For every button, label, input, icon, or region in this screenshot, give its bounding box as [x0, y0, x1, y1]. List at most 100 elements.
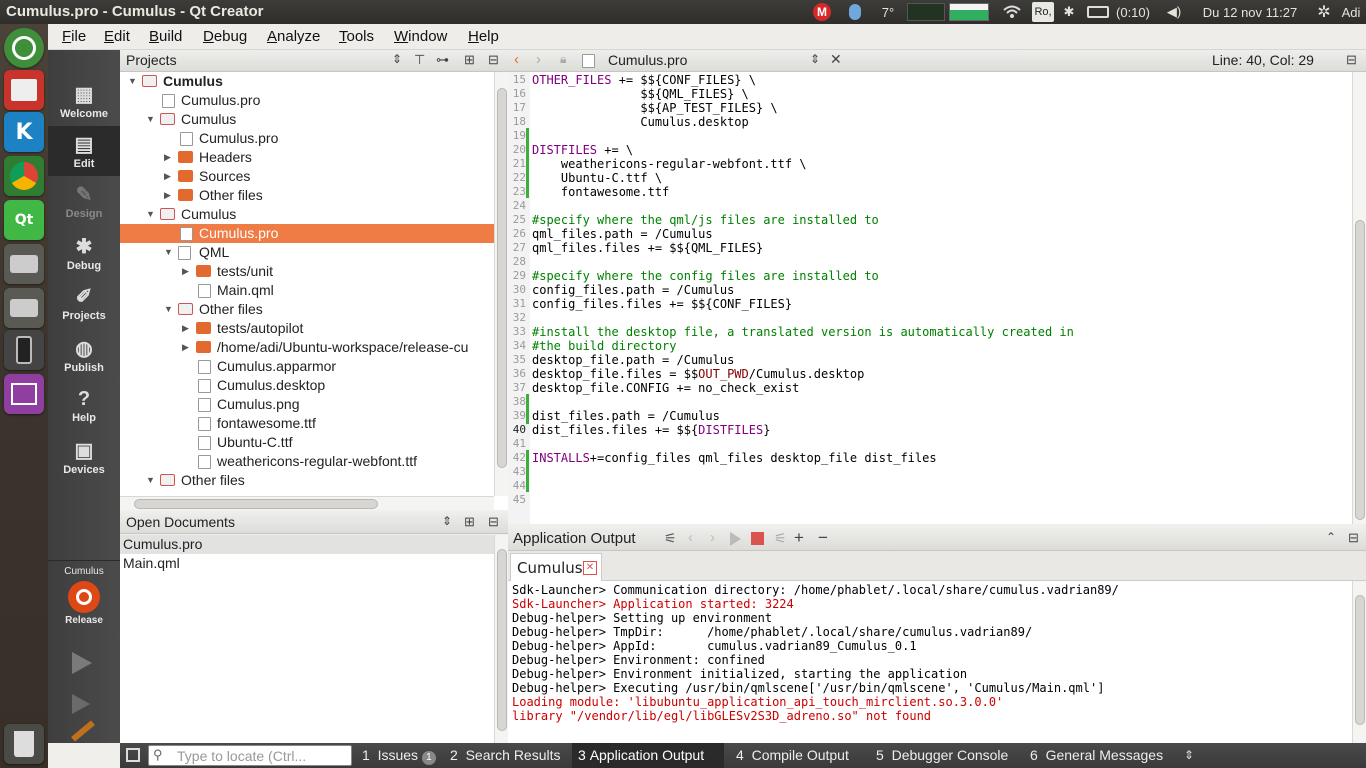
more-tabs-icon[interactable]: ⇕ [1184, 748, 1194, 762]
tree-item[interactable]: ▼ QML [120, 243, 494, 262]
attach-icon[interactable]: ⚟ [774, 530, 787, 547]
mode-projects[interactable]: ✐ Projects [48, 278, 120, 328]
kit-selector[interactable]: Cumulus Release [48, 564, 120, 634]
tree-item[interactable]: ▶ Sources [120, 167, 494, 186]
wifi-icon[interactable] [1001, 2, 1023, 22]
volume-icon[interactable]: ◀) [1164, 2, 1184, 22]
locator-input[interactable]: ⚲ Type to locate (Ctrl... [148, 745, 352, 766]
debug-run-icon[interactable] [72, 694, 90, 714]
run-icon[interactable] [72, 652, 92, 674]
open-document-item[interactable]: Cumulus.pro [120, 535, 494, 554]
lock-icon[interactable]: 🔒︎ [560, 52, 566, 67]
tree-item[interactable]: ▶ Headers [120, 148, 494, 167]
tab-application-output[interactable]: 3 Application Output [572, 743, 724, 768]
tab-issues[interactable]: 1 Issues 1 [362, 747, 436, 765]
open-documents-list[interactable]: Cumulus.pro Main.qml [120, 535, 508, 743]
prev-icon[interactable]: ‹ [688, 529, 693, 546]
mode-debug[interactable]: ✱ Debug [48, 228, 120, 278]
tree-item[interactable]: ▶ tests/unit [120, 262, 494, 281]
clear-output-icon[interactable]: ⚟ [664, 530, 677, 547]
mode-devices[interactable]: ▣ Devices [48, 432, 120, 482]
keyboard-layout-indicator[interactable]: Ro, [1032, 2, 1054, 22]
tree-item[interactable]: ▶ Other files [120, 186, 494, 205]
tree-vertical-scrollbar[interactable] [494, 72, 508, 496]
chrome-app-icon[interactable] [4, 156, 44, 196]
editor-scrollbar[interactable] [1352, 72, 1366, 524]
application-output-text[interactable]: Sdk-Launcher> Communication directory: /… [508, 581, 1366, 743]
split-icon[interactable]: ⊞ [464, 514, 475, 530]
mode-design[interactable]: ✎ Design [48, 176, 120, 226]
menu-debug[interactable]: Debug [203, 28, 247, 45]
tree-item[interactable]: ▼ Cumulus [120, 72, 494, 91]
output-scrollbar[interactable] [1352, 581, 1366, 743]
battery-icon[interactable] [1085, 2, 1111, 22]
file-selector-icon[interactable]: ⇕ [810, 52, 820, 66]
disk-drive-icon[interactable] [4, 288, 44, 328]
menu-help[interactable]: Help [468, 28, 499, 45]
tree-item[interactable]: ▼ Other files [120, 471, 494, 490]
battery-time[interactable]: (0:10) [1112, 2, 1154, 22]
tree-item[interactable]: ▶/home/adi/Ubuntu-workspace/release-cu [120, 338, 494, 357]
dash-home-icon[interactable] [4, 28, 44, 68]
output-tab-cumulus[interactable]: Cumulus ✕ [510, 553, 602, 581]
tree-item[interactable]: Cumulus.desktop [120, 376, 494, 395]
toggle-sidebar-icon[interactable] [126, 748, 140, 762]
qt-creator-app-icon[interactable]: Qt [4, 200, 44, 240]
temperature-label[interactable]: 7° [876, 2, 900, 22]
rerun-icon[interactable] [730, 532, 741, 546]
tree-item[interactable]: ▼ Other files [120, 300, 494, 319]
trash-icon[interactable] [4, 724, 44, 764]
close-document-icon[interactable]: ✕ [830, 51, 842, 68]
tab-search-results[interactable]: 2 Search Results [450, 747, 561, 763]
mail-indicator-icon[interactable]: M [812, 2, 832, 22]
bluetooth-icon[interactable]: ✱ [1062, 2, 1076, 22]
mode-help[interactable]: ? Help [48, 380, 120, 430]
tree-item[interactable]: ▶ tests/autopilot [120, 319, 494, 338]
tree-item[interactable]: Cumulus.apparmor [120, 357, 494, 376]
mode-welcome[interactable]: ▦ Welcome [48, 76, 120, 126]
workspace-switcher-icon[interactable] [4, 374, 44, 414]
menu-file[interactable]: File [62, 28, 86, 45]
tab-general-messages[interactable]: 6 General Messages [1030, 747, 1163, 763]
link-icon[interactable]: ⊶ [436, 52, 449, 68]
tree-item[interactable]: Cumulus.pro [120, 91, 494, 110]
tab-debugger-console[interactable]: 5 Debugger Console [876, 747, 1008, 763]
filter-icon[interactable]: ⊤ [414, 52, 425, 68]
cursor-position[interactable]: Line: 40, Col: 29 [1212, 52, 1314, 68]
split-icon[interactable]: ⊞ [464, 52, 475, 68]
view-selector-icon[interactable]: ⇕ [392, 52, 402, 66]
close-tab-icon[interactable]: ✕ [583, 561, 597, 575]
close-pane-icon[interactable]: ⊟ [1348, 530, 1359, 546]
tab-compile-output[interactable]: 4 Compile Output [736, 747, 849, 763]
mode-edit[interactable]: ▤ Edit [48, 126, 120, 176]
open-document-item[interactable]: Main.qml [120, 554, 494, 573]
open-docs-scrollbar[interactable] [494, 535, 508, 743]
build-hammer-icon[interactable] [71, 720, 95, 742]
memory-graph[interactable] [949, 3, 989, 21]
code-editor[interactable]: 15 16 17 18 19 20 21 22 23 24 25 26 27 28 29 30 31 32 33 34… [508, 72, 1366, 524]
system-load-graph[interactable] [907, 3, 945, 21]
tree-item[interactable]: Cumulus.png [120, 395, 494, 414]
tree-item[interactable]: Main.qml [120, 281, 494, 300]
tree-horizontal-scrollbar[interactable] [120, 496, 494, 510]
tree-item[interactable]: Ubuntu-C.ttf [120, 433, 494, 452]
split-icon[interactable]: ⊟ [1346, 52, 1357, 68]
menu-tools[interactable]: Tools [339, 28, 374, 45]
view-selector-icon[interactable]: ⇕ [442, 514, 452, 528]
tree-item[interactable]: weathericons-regular-webfont.ttf [120, 452, 494, 471]
project-tree[interactable]: ▼ Cumulus Cumulus.pro ▼ Cumulus Cumulus.pr… [120, 72, 508, 510]
next-icon[interactable]: › [710, 529, 715, 546]
tree-item[interactable]: Cumulus.pro [120, 129, 494, 148]
files-app-icon[interactable] [4, 70, 44, 110]
tree-item-selected[interactable]: Cumulus.pro [120, 224, 494, 243]
disk-drive-icon[interactable] [4, 244, 44, 284]
menu-edit[interactable]: Edit [104, 28, 130, 45]
gear-icon[interactable]: ✲ [1314, 2, 1334, 22]
clock[interactable]: Du 12 nov 11:27 [1194, 2, 1306, 22]
close-pane-icon[interactable]: ⊟ [488, 514, 499, 530]
zoom-in-icon[interactable]: + [794, 528, 804, 548]
kodi-app-icon[interactable]: K [4, 112, 44, 152]
user-name[interactable]: Adi [1338, 2, 1364, 22]
weather-drop-icon[interactable] [846, 2, 864, 22]
maximize-icon[interactable]: ⌃ [1326, 530, 1336, 544]
